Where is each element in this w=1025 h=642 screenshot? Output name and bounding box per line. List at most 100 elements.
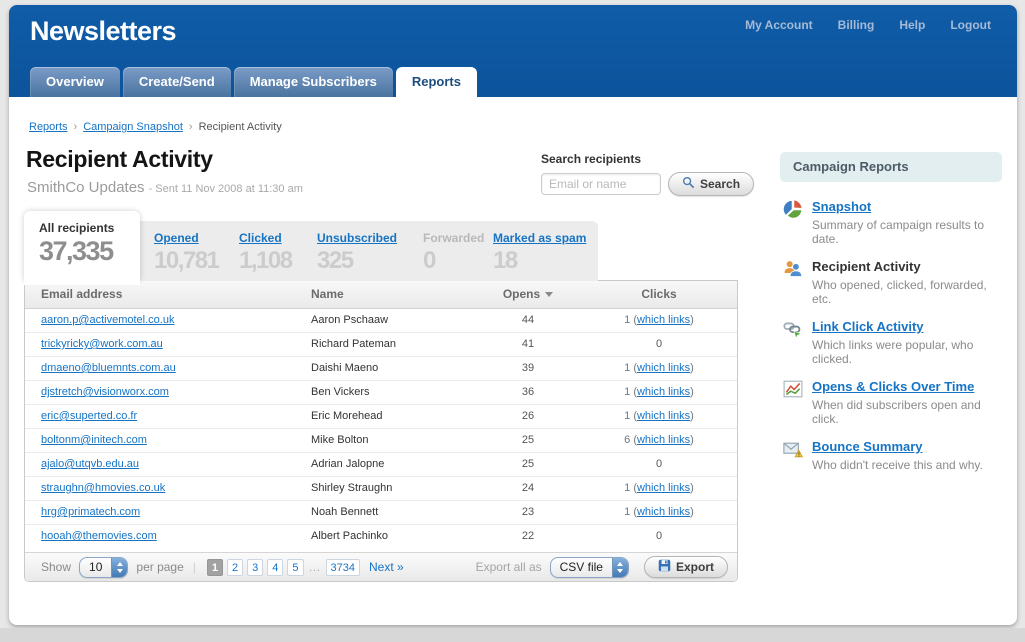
stat-label: Forwarded bbox=[423, 231, 493, 245]
page-subtitle: SmithCo Updates- Sent 11 Nov 2008 at 11:… bbox=[27, 179, 303, 197]
sidebar-link-link-click-activity[interactable]: Link Click Activity bbox=[812, 319, 924, 334]
stat-tab-clicked[interactable]: Clicked1,108 bbox=[239, 231, 317, 281]
search-button[interactable]: Search bbox=[668, 172, 754, 196]
column-header-opens[interactable]: Opens bbox=[475, 281, 581, 308]
email-link[interactable]: boltonm@initech.com bbox=[41, 434, 147, 446]
export-format-select[interactable]: CSV file bbox=[550, 557, 629, 578]
search-block: Search recipients Search bbox=[541, 152, 751, 196]
sidebar-item-body: Link Click ActivityWhich links were popu… bbox=[812, 319, 1002, 366]
next-page-link[interactable]: Next » bbox=[369, 560, 404, 574]
export-button[interactable]: Export bbox=[644, 556, 728, 578]
sidebar-link-bounce-summary[interactable]: Bounce Summary bbox=[812, 439, 923, 454]
email-link[interactable]: trickyricky@work.com.au bbox=[41, 338, 163, 350]
show-label: Show bbox=[41, 560, 71, 574]
email-link[interactable]: aaron.p@activemotel.co.uk bbox=[41, 314, 174, 326]
export-format-value: CSV file bbox=[551, 558, 612, 577]
per-page-select[interactable]: 10 bbox=[79, 557, 128, 578]
cell-name: Daishi Maeno bbox=[295, 356, 475, 380]
nav-link-help[interactable]: Help bbox=[899, 18, 925, 32]
sidebar-item-snapshot[interactable]: SnapshotSummary of campaign results to d… bbox=[783, 199, 1002, 246]
stat-tab-marked-as-spam[interactable]: Marked as spam18 bbox=[493, 231, 608, 281]
which-links-link[interactable]: which links bbox=[637, 434, 690, 446]
tab-create-send[interactable]: Create/Send bbox=[123, 67, 231, 97]
breadcrumb-link-campaign-snapshot[interactable]: Campaign Snapshot bbox=[83, 121, 183, 133]
table-body: aaron.p@activemotel.co.ukAaron Pschaaw44… bbox=[25, 308, 737, 548]
pagination-pages: 12345…3734 bbox=[205, 559, 362, 576]
stat-link-opened[interactable]: Opened bbox=[154, 231, 199, 245]
breadcrumb-separator: › bbox=[74, 121, 78, 133]
clicks-value: 1 (which links) bbox=[624, 386, 694, 398]
page-button-4[interactable]: 4 bbox=[267, 559, 283, 576]
cell-clicks: 6 (which links) bbox=[581, 428, 737, 452]
email-link[interactable]: eric@superted.co.fr bbox=[41, 410, 137, 422]
export-button-label: Export bbox=[676, 560, 714, 574]
people-icon bbox=[783, 259, 803, 279]
stat-tab-all-recipients[interactable]: All recipients 37,335 bbox=[24, 211, 140, 281]
email-link[interactable]: straughn@hmovies.co.uk bbox=[41, 482, 165, 494]
which-links-link[interactable]: which links bbox=[637, 386, 690, 398]
which-links-link[interactable]: which links bbox=[637, 482, 690, 494]
stat-label: Opened bbox=[154, 231, 239, 245]
stat-link-unsubscribed[interactable]: Unsubscribed bbox=[317, 231, 397, 245]
table-row: boltonm@initech.comMike Bolton256 (which… bbox=[25, 428, 737, 452]
stat-label: All recipients bbox=[39, 221, 140, 235]
sidebar-link-snapshot[interactable]: Snapshot bbox=[812, 199, 871, 214]
sidebar-item-body: Recipient ActivityWho opened, clicked, f… bbox=[812, 259, 1002, 306]
stat-link-clicked[interactable]: Clicked bbox=[239, 231, 282, 245]
stat-value: 325 bbox=[317, 247, 423, 275]
tab-overview[interactable]: Overview bbox=[30, 67, 120, 97]
pie-chart-icon bbox=[783, 199, 803, 219]
stat-tab-opened[interactable]: Opened 10,781 bbox=[154, 231, 239, 281]
sidebar-item-title: Opens & Clicks Over Time bbox=[812, 379, 1002, 394]
page-button-2[interactable]: 2 bbox=[227, 559, 243, 576]
cell-name: Aaron Pschaaw bbox=[295, 308, 475, 332]
sidebar-item-description: Who didn't receive this and why. bbox=[812, 458, 983, 472]
export-label: Export all as bbox=[476, 560, 542, 574]
cell-clicks: 1 (which links) bbox=[581, 404, 737, 428]
email-link[interactable]: ajalo@utqvb.edu.au bbox=[41, 458, 139, 470]
cell-email: trickyricky@work.com.au bbox=[25, 332, 295, 356]
stat-link-marked-as-spam[interactable]: Marked as spam bbox=[493, 231, 586, 245]
breadcrumb-separator: › bbox=[189, 121, 193, 133]
page-button-3734[interactable]: 3734 bbox=[326, 559, 360, 576]
stats-strip: Opened 10,781Clicked1,108Unsubscribed 325F… bbox=[140, 221, 598, 281]
divider: | bbox=[193, 560, 196, 574]
tab-manage-subscribers[interactable]: Manage Subscribers bbox=[234, 67, 393, 97]
sidebar-link-opens-clicks-over-time[interactable]: Opens & Clicks Over Time bbox=[812, 379, 974, 394]
nav-link-my-account[interactable]: My Account bbox=[745, 18, 813, 32]
sidebar-item-bounce-summary[interactable]: Bounce Summary Who didn't receive this an… bbox=[783, 439, 1002, 472]
email-link[interactable]: dmaeno@bluemnts.com.au bbox=[41, 362, 176, 374]
page-title: Recipient Activity bbox=[26, 146, 213, 173]
search-input[interactable] bbox=[541, 173, 661, 195]
nav-link-logout[interactable]: Logout bbox=[950, 18, 991, 32]
sidebar-item-link-click-activity[interactable]: Link Click ActivityWhich links were popu… bbox=[783, 319, 1002, 366]
cell-email: hrg@primatech.com bbox=[25, 500, 295, 524]
table-row: trickyricky@work.com.auRichard Pateman41… bbox=[25, 332, 737, 356]
recipients-table-box: Email addressNameOpensClicks aaron.p@act… bbox=[24, 280, 738, 582]
stat-value: 10,781 bbox=[154, 247, 239, 275]
nav-link-billing[interactable]: Billing bbox=[838, 18, 875, 32]
breadcrumb-link-reports[interactable]: Reports bbox=[29, 121, 68, 133]
email-link[interactable]: hooah@themovies.com bbox=[41, 530, 157, 542]
column-header-email-address: Email address bbox=[25, 281, 295, 308]
which-links-link[interactable]: which links bbox=[637, 362, 690, 374]
which-links-link[interactable]: which links bbox=[637, 506, 690, 518]
which-links-link[interactable]: which links bbox=[637, 410, 690, 422]
sidebar-item-opens-clicks-over-time[interactable]: Opens & Clicks Over TimeWhen did subscri… bbox=[783, 379, 1002, 426]
sidebar-item-body: Bounce Summary Who didn't receive this an… bbox=[812, 439, 983, 472]
page-button-5[interactable]: 5 bbox=[287, 559, 303, 576]
table-row: hrg@primatech.comNoah Bennett231 (which … bbox=[25, 500, 737, 524]
link-click-icon bbox=[783, 319, 803, 339]
email-link[interactable]: hrg@primatech.com bbox=[41, 506, 140, 518]
table-row: straughn@hmovies.co.ukShirley Straughn24… bbox=[25, 476, 737, 500]
email-link[interactable]: djstretch@visionworx.com bbox=[41, 386, 169, 398]
cell-email: ajalo@utqvb.edu.au bbox=[25, 452, 295, 476]
sent-info: - Sent 11 Nov 2008 at 11:30 am bbox=[149, 183, 303, 195]
breadcrumb-current: Recipient Activity bbox=[199, 121, 282, 133]
page-button-3[interactable]: 3 bbox=[247, 559, 263, 576]
page-button-1[interactable]: 1 bbox=[207, 559, 223, 576]
tab-reports[interactable]: Reports bbox=[396, 67, 477, 97]
stat-label: Unsubscribed bbox=[317, 231, 423, 245]
stat-tab-unsubscribed[interactable]: Unsubscribed 325 bbox=[317, 231, 423, 281]
which-links-link[interactable]: which links bbox=[637, 314, 690, 326]
